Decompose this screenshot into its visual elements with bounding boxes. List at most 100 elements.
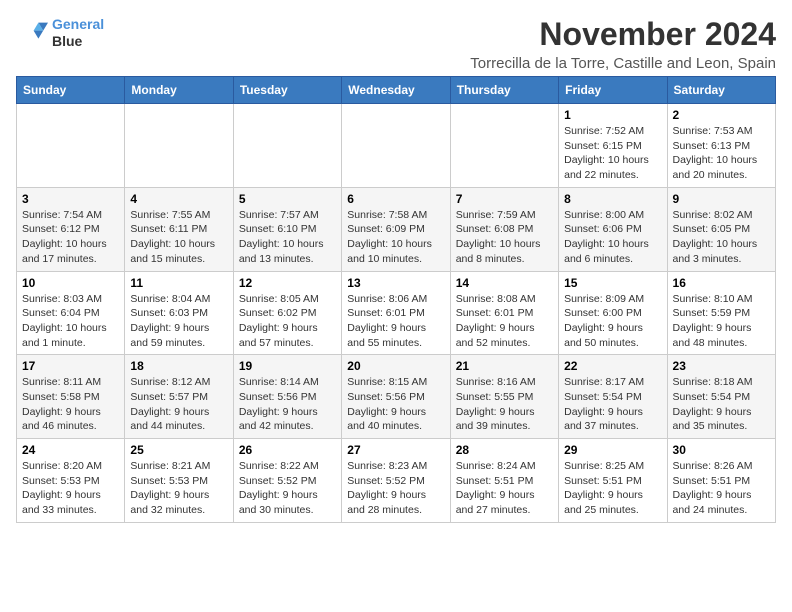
day-number: 9	[673, 192, 770, 206]
day-info: Sunrise: 8:09 AM Sunset: 6:00 PM Dayligh…	[564, 292, 661, 351]
calendar-cell: 13 Sunrise: 8:06 AM Sunset: 6:01 PM Dayli…	[342, 271, 450, 355]
calendar-week-row: 1 Sunrise: 7:52 AM Sunset: 6:15 PM Daylig…	[17, 104, 776, 188]
day-number: 18	[130, 359, 227, 373]
weekday-header-row: SundayMondayTuesdayWednesdayThursdayFrid…	[17, 77, 776, 104]
logo: General Blue	[16, 16, 104, 50]
day-info: Sunrise: 8:22 AM Sunset: 5:52 PM Dayligh…	[239, 459, 336, 518]
day-number: 7	[456, 192, 553, 206]
day-number: 13	[347, 276, 444, 290]
day-number: 21	[456, 359, 553, 373]
day-info: Sunrise: 8:02 AM Sunset: 6:05 PM Dayligh…	[673, 208, 770, 267]
day-info: Sunrise: 7:59 AM Sunset: 6:08 PM Dayligh…	[456, 208, 553, 267]
calendar-cell: 8Sunrise: 8:00 AM Sunset: 6:06 PM Daylig…	[559, 187, 667, 271]
month-title: November 2024	[470, 16, 776, 53]
calendar-cell	[17, 104, 125, 188]
calendar-cell: 16 Sunrise: 8:10 AM Sunset: 5:59 PM Dayli…	[667, 271, 775, 355]
calendar-cell	[233, 104, 341, 188]
calendar-cell: 21Sunrise: 8:16 AM Sunset: 5:55 PM Dayli…	[450, 355, 558, 439]
day-number: 19	[239, 359, 336, 373]
calendar-cell: 12 Sunrise: 8:05 AM Sunset: 6:02 PM Dayli…	[233, 271, 341, 355]
calendar-cell: 25 Sunrise: 8:21 AM Sunset: 5:53 PM Dayli…	[125, 439, 233, 523]
calendar-table: SundayMondayTuesdayWednesdayThursdayFrid…	[16, 76, 776, 523]
day-info: Sunrise: 8:24 AM Sunset: 5:51 PM Dayligh…	[456, 459, 553, 518]
day-number: 10	[22, 276, 119, 290]
day-number: 3	[22, 192, 119, 206]
calendar-cell: 10 Sunrise: 8:03 AM Sunset: 6:04 PM Dayli…	[17, 271, 125, 355]
calendar-cell: 11 Sunrise: 8:04 AM Sunset: 6:03 PM Dayli…	[125, 271, 233, 355]
day-info: Sunrise: 8:08 AM Sunset: 6:01 PM Dayligh…	[456, 292, 553, 351]
calendar-cell: 28 Sunrise: 8:24 AM Sunset: 5:51 PM Dayli…	[450, 439, 558, 523]
day-info: Sunrise: 8:03 AM Sunset: 6:04 PM Dayligh…	[22, 292, 119, 351]
calendar-cell: 14Sunrise: 8:08 AM Sunset: 6:01 PM Dayli…	[450, 271, 558, 355]
day-info: Sunrise: 8:04 AM Sunset: 6:03 PM Dayligh…	[130, 292, 227, 351]
day-number: 8	[564, 192, 661, 206]
logo-blue: Blue	[52, 33, 104, 50]
day-number: 26	[239, 443, 336, 457]
calendar-week-row: 24 Sunrise: 8:20 AM Sunset: 5:53 PM Dayli…	[17, 439, 776, 523]
day-info: Sunrise: 8:20 AM Sunset: 5:53 PM Dayligh…	[22, 459, 119, 518]
day-number: 24	[22, 443, 119, 457]
day-info: Sunrise: 8:15 AM Sunset: 5:56 PM Dayligh…	[347, 375, 444, 434]
calendar-cell: 15Sunrise: 8:09 AM Sunset: 6:00 PM Dayli…	[559, 271, 667, 355]
day-info: Sunrise: 8:06 AM Sunset: 6:01 PM Dayligh…	[347, 292, 444, 351]
day-info: Sunrise: 7:52 AM Sunset: 6:15 PM Dayligh…	[564, 124, 661, 183]
logo-general: General	[52, 16, 104, 32]
weekday-header-monday: Monday	[125, 77, 233, 104]
calendar-cell: 23 Sunrise: 8:18 AM Sunset: 5:54 PM Dayli…	[667, 355, 775, 439]
logo-text: General Blue	[52, 16, 104, 50]
day-info: Sunrise: 8:18 AM Sunset: 5:54 PM Dayligh…	[673, 375, 770, 434]
day-number: 20	[347, 359, 444, 373]
calendar-cell	[450, 104, 558, 188]
calendar-cell: 4Sunrise: 7:55 AM Sunset: 6:11 PM Daylig…	[125, 187, 233, 271]
calendar-cell: 1 Sunrise: 7:52 AM Sunset: 6:15 PM Daylig…	[559, 104, 667, 188]
calendar-cell: 2Sunrise: 7:53 AM Sunset: 6:13 PM Daylig…	[667, 104, 775, 188]
day-info: Sunrise: 8:10 AM Sunset: 5:59 PM Dayligh…	[673, 292, 770, 351]
calendar-cell: 7 Sunrise: 7:59 AM Sunset: 6:08 PM Daylig…	[450, 187, 558, 271]
day-info: Sunrise: 7:54 AM Sunset: 6:12 PM Dayligh…	[22, 208, 119, 267]
day-number: 27	[347, 443, 444, 457]
calendar-cell	[342, 104, 450, 188]
day-number: 23	[673, 359, 770, 373]
day-number: 30	[673, 443, 770, 457]
day-info: Sunrise: 8:25 AM Sunset: 5:51 PM Dayligh…	[564, 459, 661, 518]
day-number: 5	[239, 192, 336, 206]
calendar-cell	[125, 104, 233, 188]
weekday-header-friday: Friday	[559, 77, 667, 104]
calendar-cell: 22 Sunrise: 8:17 AM Sunset: 5:54 PM Dayli…	[559, 355, 667, 439]
location-title: Torrecilla de la Torre, Castille and Leo…	[470, 55, 776, 72]
weekday-header-wednesday: Wednesday	[342, 77, 450, 104]
page-header: General Blue November 2024 Torrecilla de…	[16, 16, 776, 72]
calendar-week-row: 17 Sunrise: 8:11 AM Sunset: 5:58 PM Dayli…	[17, 355, 776, 439]
calendar-cell: 27Sunrise: 8:23 AM Sunset: 5:52 PM Dayli…	[342, 439, 450, 523]
day-number: 16	[673, 276, 770, 290]
weekday-header-thursday: Thursday	[450, 77, 558, 104]
calendar-cell: 17 Sunrise: 8:11 AM Sunset: 5:58 PM Dayli…	[17, 355, 125, 439]
calendar-cell: 30Sunrise: 8:26 AM Sunset: 5:51 PM Dayli…	[667, 439, 775, 523]
weekday-header-saturday: Saturday	[667, 77, 775, 104]
day-info: Sunrise: 8:11 AM Sunset: 5:58 PM Dayligh…	[22, 375, 119, 434]
day-number: 11	[130, 276, 227, 290]
day-info: Sunrise: 8:12 AM Sunset: 5:57 PM Dayligh…	[130, 375, 227, 434]
calendar-cell: 3 Sunrise: 7:54 AM Sunset: 6:12 PM Daylig…	[17, 187, 125, 271]
day-number: 22	[564, 359, 661, 373]
calendar-cell: 5 Sunrise: 7:57 AM Sunset: 6:10 PM Daylig…	[233, 187, 341, 271]
day-number: 1	[564, 108, 661, 122]
calendar-week-row: 3 Sunrise: 7:54 AM Sunset: 6:12 PM Daylig…	[17, 187, 776, 271]
day-number: 12	[239, 276, 336, 290]
day-number: 6	[347, 192, 444, 206]
weekday-header-sunday: Sunday	[17, 77, 125, 104]
day-info: Sunrise: 7:57 AM Sunset: 6:10 PM Dayligh…	[239, 208, 336, 267]
day-number: 17	[22, 359, 119, 373]
calendar-cell: 20 Sunrise: 8:15 AM Sunset: 5:56 PM Dayli…	[342, 355, 450, 439]
title-area: November 2024 Torrecilla de la Torre, Ca…	[470, 16, 776, 72]
day-info: Sunrise: 7:55 AM Sunset: 6:11 PM Dayligh…	[130, 208, 227, 267]
day-info: Sunrise: 8:21 AM Sunset: 5:53 PM Dayligh…	[130, 459, 227, 518]
day-info: Sunrise: 8:14 AM Sunset: 5:56 PM Dayligh…	[239, 375, 336, 434]
day-number: 28	[456, 443, 553, 457]
day-info: Sunrise: 8:05 AM Sunset: 6:02 PM Dayligh…	[239, 292, 336, 351]
calendar-week-row: 10 Sunrise: 8:03 AM Sunset: 6:04 PM Dayli…	[17, 271, 776, 355]
calendar-cell: 29Sunrise: 8:25 AM Sunset: 5:51 PM Dayli…	[559, 439, 667, 523]
day-number: 25	[130, 443, 227, 457]
day-info: Sunrise: 8:17 AM Sunset: 5:54 PM Dayligh…	[564, 375, 661, 434]
day-info: Sunrise: 7:53 AM Sunset: 6:13 PM Dayligh…	[673, 124, 770, 183]
